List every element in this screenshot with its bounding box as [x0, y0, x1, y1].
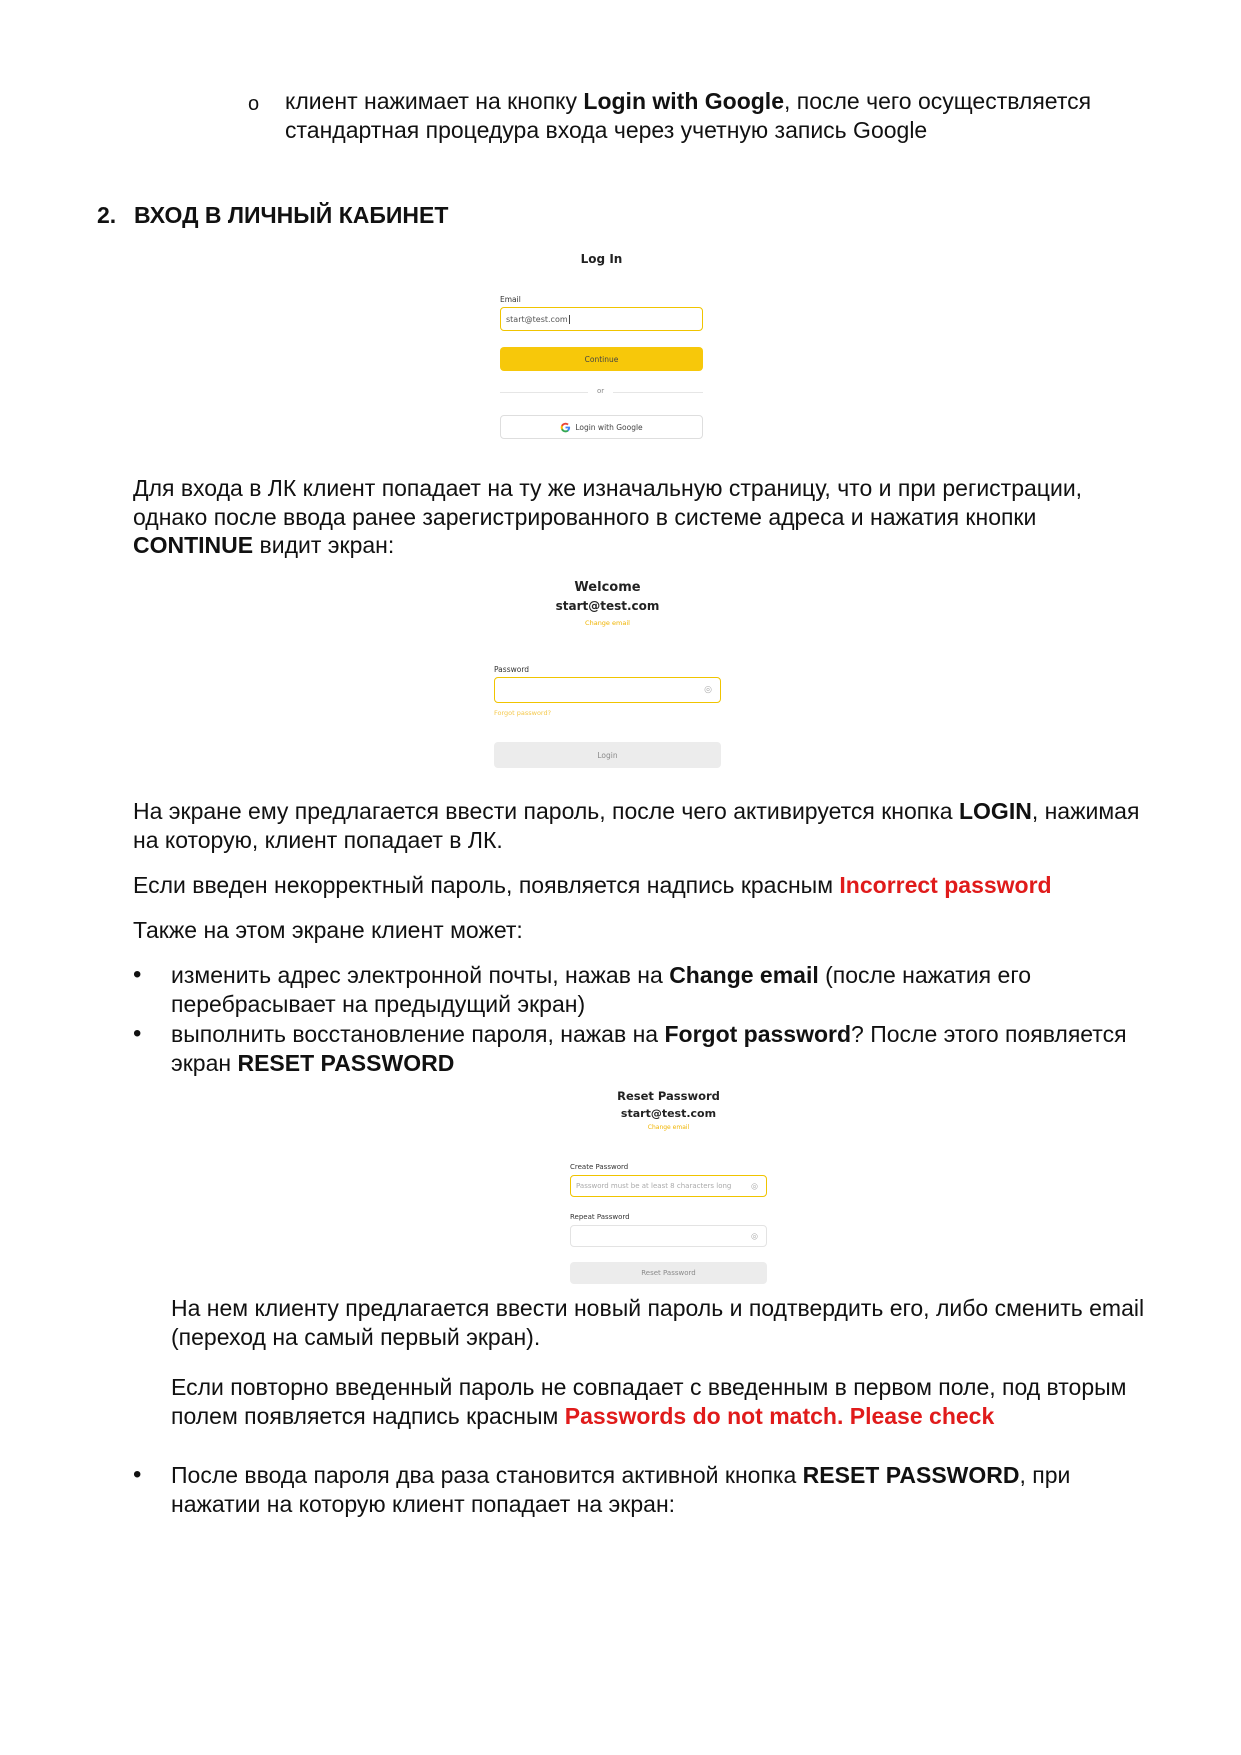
final-post: , при	[1019, 1462, 1071, 1488]
create-password-label: Create Password	[570, 1163, 629, 1171]
bullet-dot: •	[133, 961, 142, 988]
para2-pre: На экране ему предлагается ввести пароль…	[133, 798, 959, 824]
para3: Если введен некорректный пароль, появляе…	[133, 871, 1052, 900]
para1-bold: CONTINUE	[133, 532, 254, 558]
text-cursor	[568, 314, 570, 324]
circle-bullet-marker: o	[248, 93, 260, 115]
email-field[interactable]: start@test.com	[500, 307, 703, 331]
password-field[interactable]: ◎	[494, 677, 721, 703]
final-bullet-line2: нажатии на которую клиент попадает на эк…	[171, 1491, 676, 1517]
create-password-field[interactable]: Password must be at least 8 characters l…	[570, 1175, 767, 1197]
para1-line2: однако после ввода ранее зарегистрирован…	[133, 504, 1037, 530]
email-value: start@test.com	[506, 314, 568, 324]
google-button-label: Login with Google	[575, 422, 643, 432]
reset-password-button[interactable]: Reset Password	[570, 1262, 767, 1284]
continue-button[interactable]: Continue	[500, 347, 703, 371]
or-text: or	[597, 387, 605, 395]
para6-line1: Если повторно введенный пароль не совпад…	[171, 1374, 1127, 1400]
bullet1-post: (после нажатия его	[818, 962, 1031, 988]
eye-off-icon[interactable]: ◎	[704, 685, 712, 695]
section-title: ВХОД В ЛИЧНЫЙ КАБИНЕТ	[134, 202, 449, 228]
incorrect-password-text: Incorrect password	[839, 872, 1052, 898]
para2-bold: LOGIN	[958, 798, 1032, 824]
reset-title: Reset Password	[617, 1089, 720, 1103]
login-screen-mock: Log In Email start@test.com Continue or …	[500, 250, 703, 445]
repeat-password-field[interactable]: ◎	[570, 1225, 767, 1247]
welcome-title: Welcome	[574, 580, 641, 595]
repeat-password-label: Repeat Password	[570, 1213, 630, 1221]
final-bold: RESET PASSWORD	[802, 1462, 1020, 1488]
bullet2-line2-pre: экран	[171, 1050, 238, 1076]
bullet-dot: •	[133, 1020, 142, 1047]
intro-text-post: , после чего осуществляется	[783, 88, 1092, 114]
para6-pre: полем появляется надпись красным	[171, 1403, 565, 1429]
para2-post: , нажимая	[1031, 798, 1140, 824]
para2-line2: на которую, клиент попадает в ЛК.	[133, 827, 503, 853]
intro-text: клиент нажимает на кнопку	[285, 88, 584, 114]
divider-right	[613, 392, 703, 393]
para3-pre: Если введен некорректный пароль, появляе…	[133, 872, 840, 898]
reset-password-screen-mock: Reset Password start@test.com Change ema…	[570, 1086, 767, 1286]
bullet2-line1: выполнить восстановление пароля, нажав н…	[171, 1020, 1127, 1049]
bullet2-line2-bold: RESET PASSWORD	[237, 1050, 455, 1076]
passwords-mismatch-text: Passwords do not match. Please check	[564, 1403, 995, 1429]
password-label: Password	[494, 665, 530, 674]
eye-off-icon[interactable]: ◎	[751, 1232, 758, 1241]
reset-email: start@test.com	[620, 1107, 717, 1120]
bullet-dot: •	[133, 1461, 142, 1488]
para5-line2: (переход на самый первый экран).	[171, 1324, 541, 1350]
para6-line2: полем появляется надпись красным Passwor…	[171, 1402, 994, 1431]
bullet2-post: ? После этого появляется	[851, 1021, 1127, 1047]
bullet1-line1: изменить адрес электронной почты, нажав …	[171, 961, 1031, 990]
bullet2-pre: выполнить восстановление пароля, нажав н…	[171, 1021, 665, 1047]
section-number: 2.	[97, 202, 117, 228]
para5-line1: На нем клиенту предлагается ввести новый…	[171, 1295, 1145, 1321]
google-g-icon	[561, 422, 571, 432]
email-label: Email	[500, 295, 521, 304]
final-bullet-line1: После ввода пароля два раза становится а…	[171, 1461, 1070, 1490]
welcome-screen-mock: Welcome start@test.com Change email Pass…	[494, 577, 721, 772]
intro-bullet-line1: клиент нажимает на кнопку Login with Goo…	[285, 87, 1091, 116]
eye-off-icon[interactable]: ◎	[751, 1182, 758, 1191]
para4: Также на этом экране клиент может:	[133, 917, 523, 943]
para1-rest: видит экран:	[253, 532, 395, 558]
bullet2-bold: Forgot password	[664, 1021, 852, 1047]
bullet1-bold: Change email	[669, 962, 819, 988]
para1-line1: Для входа в ЛК клиент попадает на ту же …	[133, 475, 1083, 501]
bullet1-line2: перебрасывает на предыдущий экран)	[171, 991, 586, 1017]
change-email-link[interactable]: Change email	[494, 619, 721, 627]
change-email-link[interactable]: Change email	[570, 1124, 767, 1131]
login-with-google-button[interactable]: Login with Google	[500, 415, 703, 439]
bullet2-line2: экран RESET PASSWORD	[171, 1049, 454, 1078]
divider-left	[500, 392, 588, 393]
welcome-email: start@test.com	[555, 599, 660, 613]
bullet1-pre: изменить адрес электронной почты, нажав …	[171, 962, 670, 988]
intro-bullet-line2: стандартная процедура входа через учетну…	[285, 117, 928, 143]
forgot-password-link[interactable]: Forgot password?	[494, 709, 551, 717]
login-button[interactable]: Login	[494, 742, 721, 768]
login-title: Log In	[580, 252, 623, 266]
intro-bold: Login with Google	[583, 88, 784, 114]
create-password-placeholder: Password must be at least 8 characters l…	[576, 1182, 732, 1190]
final-pre: После ввода пароля два раза становится а…	[171, 1462, 803, 1488]
para1-line3: CONTINUE видит экран:	[133, 531, 394, 560]
para2-line1: На экране ему предлагается ввести пароль…	[133, 797, 1139, 826]
